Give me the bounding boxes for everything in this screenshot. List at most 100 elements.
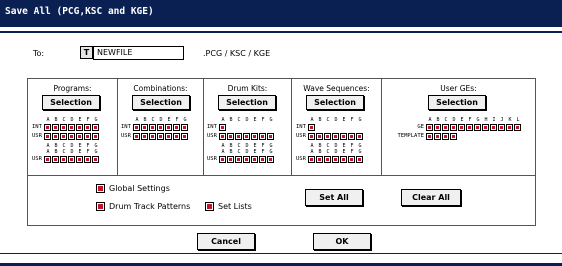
bank-checkbox[interactable]	[324, 155, 331, 163]
bank-checkbox[interactable]	[44, 132, 51, 140]
bank-checkbox[interactable]	[466, 123, 473, 131]
set-lists-option[interactable]: Set Lists	[205, 202, 252, 211]
bank-checkbox[interactable]	[332, 132, 339, 140]
global-settings-checkbox[interactable]	[96, 184, 105, 193]
bank-checkbox[interactable]	[149, 132, 156, 140]
bank-checkbox[interactable]	[60, 123, 67, 131]
bank-checkbox[interactable]	[251, 155, 258, 163]
wave-sequences-selection-button[interactable]: Selection	[306, 95, 364, 110]
bank-checkbox[interactable]	[442, 132, 449, 140]
bank-checkbox[interactable]	[259, 155, 266, 163]
bank-checkbox[interactable]	[458, 123, 465, 131]
clear-all-button[interactable]: Clear All	[401, 189, 461, 206]
user-ges-selection-button[interactable]: Selection	[428, 95, 486, 110]
bank-checkbox[interactable]	[316, 132, 323, 140]
bank-checkbox[interactable]	[181, 132, 188, 140]
bank-checkbox[interactable]	[450, 123, 457, 131]
set-all-button[interactable]: Set All	[305, 189, 363, 206]
bank-checkbox[interactable]	[324, 132, 331, 140]
bank-checkbox[interactable]	[165, 132, 172, 140]
bank-checkbox[interactable]	[259, 132, 266, 140]
programs-selection-button[interactable]: Selection	[42, 95, 100, 110]
bank-checkbox[interactable]	[92, 132, 99, 140]
bank-checkbox[interactable]	[165, 123, 172, 131]
bank-checkbox[interactable]	[60, 155, 67, 163]
bank-checkbox[interactable]	[442, 123, 449, 131]
bank-checkbox[interactable]	[490, 123, 497, 131]
bank-checkbox[interactable]	[84, 123, 91, 131]
bank-checkbox[interactable]	[52, 123, 59, 131]
drum-kits-selection-button[interactable]: Selection	[218, 95, 276, 110]
bank-checkbox[interactable]	[173, 123, 180, 131]
bank-checkbox[interactable]	[243, 132, 250, 140]
bank-checkbox[interactable]	[227, 132, 234, 140]
bank-checkbox[interactable]	[267, 132, 274, 140]
bank-checkbox[interactable]	[181, 123, 188, 131]
bank-checkbox[interactable]	[68, 132, 75, 140]
set-lists-checkbox[interactable]	[205, 202, 214, 211]
bank-checkbox[interactable]	[76, 155, 83, 163]
bank-checkbox[interactable]	[474, 123, 481, 131]
bank-checkbox[interactable]	[141, 123, 148, 131]
bank-checkbox[interactable]	[219, 132, 226, 140]
bank-checkbox[interactable]	[157, 132, 164, 140]
bank-checkbox[interactable]	[340, 155, 347, 163]
drum-kits-bank-group-2: A B C D E F G A B C D E F G USR	[207, 143, 275, 164]
bank-checkbox[interactable]	[356, 155, 363, 163]
bank-checkbox[interactable]	[44, 123, 51, 131]
bank-checkbox[interactable]	[68, 155, 75, 163]
filename-field[interactable]: NEWFILE	[93, 46, 184, 60]
bank-checkbox[interactable]	[173, 132, 180, 140]
bank-checkbox[interactable]	[219, 123, 226, 131]
bank-checkbox[interactable]	[133, 132, 140, 140]
bank-checkbox[interactable]	[316, 155, 323, 163]
bank-checkbox[interactable]	[235, 155, 242, 163]
bank-checkbox[interactable]	[141, 132, 148, 140]
bank-checkbox[interactable]	[227, 155, 234, 163]
bank-checkbox[interactable]	[235, 132, 242, 140]
bank-checkbox[interactable]	[434, 123, 441, 131]
bank-checkbox[interactable]	[450, 132, 457, 140]
bank-checkbox[interactable]	[267, 155, 274, 163]
bank-checkbox[interactable]	[426, 123, 433, 131]
text-edit-button[interactable]: T	[80, 46, 93, 59]
bank-checkbox[interactable]	[92, 123, 99, 131]
bank-checkbox[interactable]	[506, 123, 513, 131]
bank-checkbox[interactable]	[340, 132, 347, 140]
bank-checkbox[interactable]	[76, 123, 83, 131]
bank-checkbox[interactable]	[60, 132, 67, 140]
bank-checkbox[interactable]	[149, 123, 156, 131]
bank-checkbox[interactable]	[84, 155, 91, 163]
bank-checkbox[interactable]	[251, 132, 258, 140]
drum-track-patterns-checkbox[interactable]	[96, 202, 105, 211]
bank-checkbox[interactable]	[308, 155, 315, 163]
cancel-button[interactable]: Cancel	[197, 233, 255, 250]
bank-checkbox[interactable]	[133, 123, 140, 131]
ok-button[interactable]: OK	[313, 233, 371, 250]
bank-checkbox[interactable]	[44, 155, 51, 163]
bank-checkbox[interactable]	[348, 155, 355, 163]
bank-checkbox[interactable]	[332, 155, 339, 163]
global-settings-option[interactable]: Global Settings	[96, 184, 170, 193]
bank-checkbox[interactable]	[348, 132, 355, 140]
bank-checkbox[interactable]	[68, 123, 75, 131]
bank-checkbox[interactable]	[434, 132, 441, 140]
bank-checkbox[interactable]	[157, 123, 164, 131]
bank-checkbox[interactable]	[426, 132, 433, 140]
bank-checkbox[interactable]	[52, 132, 59, 140]
bank-checkbox[interactable]	[498, 123, 505, 131]
bank-checkbox[interactable]	[84, 132, 91, 140]
bank-checkbox[interactable]	[356, 132, 363, 140]
bank-checkbox[interactable]	[243, 155, 250, 163]
bank-checkbox[interactable]	[482, 123, 489, 131]
bank-checkbox[interactable]	[76, 132, 83, 140]
bank-checkbox[interactable]	[308, 123, 315, 131]
bank-checkbox[interactable]	[219, 155, 226, 163]
bank-row-label: USR	[207, 133, 217, 139]
bank-checkbox[interactable]	[514, 123, 521, 131]
bank-checkbox[interactable]	[52, 155, 59, 163]
bank-checkbox[interactable]	[308, 132, 315, 140]
drum-track-patterns-option[interactable]: Drum Track Patterns	[96, 202, 190, 211]
bank-checkbox[interactable]	[92, 155, 99, 163]
combinations-selection-button[interactable]: Selection	[132, 95, 190, 110]
